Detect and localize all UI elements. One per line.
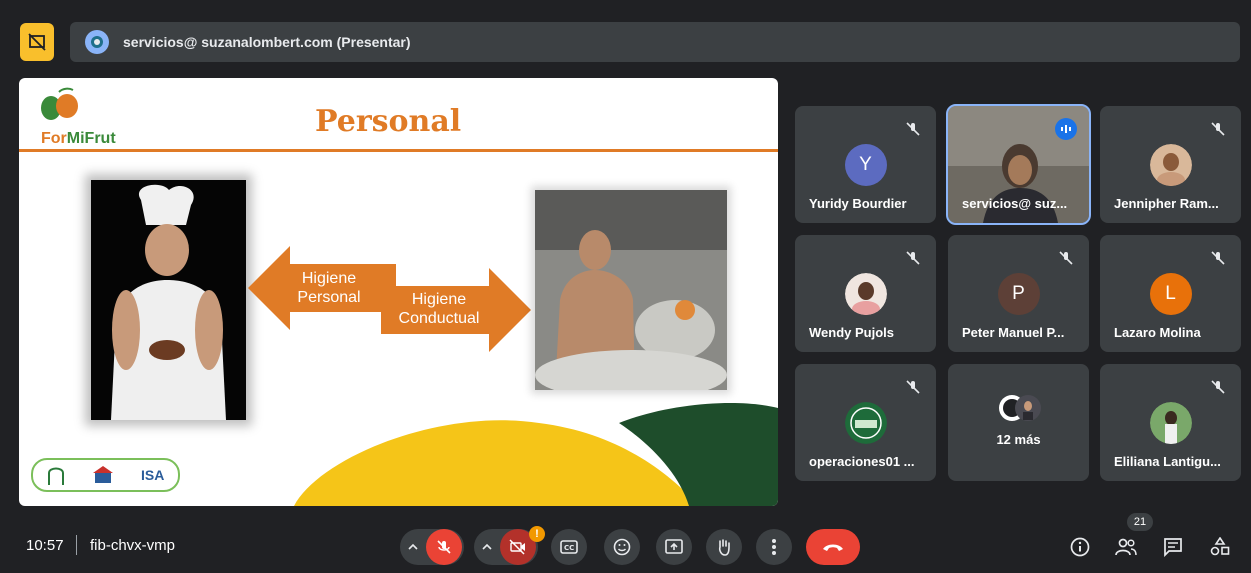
participant-name: Wendy Pujols (809, 325, 894, 340)
participant-name: operaciones01 ... (809, 454, 915, 469)
divider (76, 535, 77, 555)
presentation-slide: ForMiFrut Personal Higiene Personal Higi… (19, 78, 778, 506)
mic-options-chevron[interactable] (401, 529, 425, 565)
logo-text-b: MiFrut (66, 130, 116, 147)
partner-logos: ISA (31, 458, 180, 492)
chat-button[interactable] (1161, 535, 1185, 559)
more-options-button[interactable] (756, 529, 792, 565)
arrow-right-line1: Higiene (411, 291, 467, 308)
svg-text:CC: CC (564, 544, 574, 552)
participant-name: Yuridy Bourdier (809, 196, 907, 211)
more-participants-tile[interactable]: 12 más (948, 364, 1089, 481)
participant-tile[interactable]: P Peter Manuel P... (948, 235, 1089, 352)
avatar (844, 402, 887, 444)
people-icon (1115, 538, 1137, 556)
info-icon (1070, 537, 1090, 557)
mic-off-icon (902, 376, 924, 398)
participant-name: Lazaro Molina (1114, 325, 1201, 340)
meeting-code: fib-chvx-vmp (90, 537, 176, 554)
logo-text-a: For (41, 130, 67, 147)
participant-name: Eliliana Lantigu... (1114, 454, 1221, 469)
arrow-right-line2: Conductual (398, 310, 480, 327)
participant-tile[interactable]: Jennipher Ram... (1100, 106, 1241, 223)
mic-off-icon (1055, 247, 1077, 269)
formifrut-logo: ForMiFrut (29, 86, 129, 147)
camera-warning-badge: ! (529, 526, 545, 542)
more-vert-icon (772, 539, 776, 555)
participant-tile[interactable]: Wendy Pujols (795, 235, 936, 352)
arrow-left-line2: Personal (297, 289, 361, 306)
participant-tile[interactable]: Eliliana Lantigu... (1100, 364, 1241, 481)
call-end-icon (823, 544, 843, 551)
raise-hand-icon (718, 539, 730, 556)
avatar: Y (844, 144, 887, 186)
present-off-icon (28, 33, 46, 51)
raise-hand-button[interactable] (706, 529, 742, 565)
participant-name: servicios@ suz... (962, 196, 1068, 211)
isa-logo-text: ISA (141, 467, 165, 483)
emoji-button[interactable] (604, 529, 640, 565)
mic-off-icon (902, 118, 924, 140)
avatar: L (1149, 273, 1192, 315)
people-button[interactable] (1114, 535, 1138, 559)
arrow-left-label: Higiene Personal (287, 269, 371, 307)
participant-tile[interactable]: L Lazaro Molina (1100, 235, 1241, 352)
chef-photo-left (91, 180, 246, 420)
presenter-name: servicios@ suzanalombert.com (Presentar) (123, 34, 411, 50)
participant-tile-speaking[interactable]: servicios@ suz... (946, 104, 1091, 225)
activities-icon (1210, 537, 1230, 556)
kitchen-photo-right (535, 190, 727, 400)
meeting-details-button[interactable] (1068, 535, 1092, 559)
camera-options-chevron[interactable] (475, 529, 499, 565)
mic-off-icon (437, 540, 451, 554)
arrow-right-label: Higiene Conductual (387, 290, 491, 328)
participant-count-badge: 21 (1127, 513, 1153, 531)
mic-off-icon (1207, 247, 1229, 269)
presenter-avatar (85, 30, 109, 54)
chat-icon (1164, 538, 1182, 557)
speaking-indicator-icon (1055, 118, 1077, 140)
participant-tile[interactable]: Y Yuridy Bourdier (795, 106, 936, 223)
bottom-bar: 10:57 fib-chvx-vmp CC (0, 515, 1251, 573)
mic-toggle-button[interactable] (426, 529, 462, 565)
grouped-avatars (999, 395, 1041, 421)
presenter-banner: servicios@ suzanalombert.com (Presentar) (70, 22, 1240, 62)
more-participants-label: 12 más (996, 432, 1041, 447)
captions-icon: CC (560, 540, 578, 554)
slide-title: Personal (315, 104, 462, 139)
avatar: P (997, 273, 1040, 315)
avatar (1149, 144, 1192, 186)
mic-off-icon (1207, 118, 1229, 140)
camera-off-icon (509, 539, 525, 555)
participant-name: Jennipher Ram... (1114, 196, 1219, 211)
present-icon (665, 539, 683, 554)
arrow-left-line1: Higiene (301, 270, 357, 287)
leave-call-button[interactable] (806, 529, 860, 565)
captions-button[interactable]: CC (551, 529, 587, 565)
participant-name: Peter Manuel P... (962, 325, 1065, 340)
mic-off-icon (1207, 376, 1229, 398)
title-divider (19, 149, 778, 152)
participant-tile[interactable]: operaciones01 ... (795, 364, 936, 481)
present-button[interactable] (656, 529, 692, 565)
activities-button[interactable] (1208, 535, 1232, 559)
top-bar: servicios@ suzanalombert.com (Presentar) (0, 0, 1251, 70)
stop-presenting-button[interactable] (20, 23, 54, 61)
avatar (1149, 402, 1192, 444)
mic-off-icon (902, 247, 924, 269)
meeting-time: 10:57 (26, 537, 64, 554)
emoji-icon (613, 538, 631, 556)
avatar (844, 273, 887, 315)
